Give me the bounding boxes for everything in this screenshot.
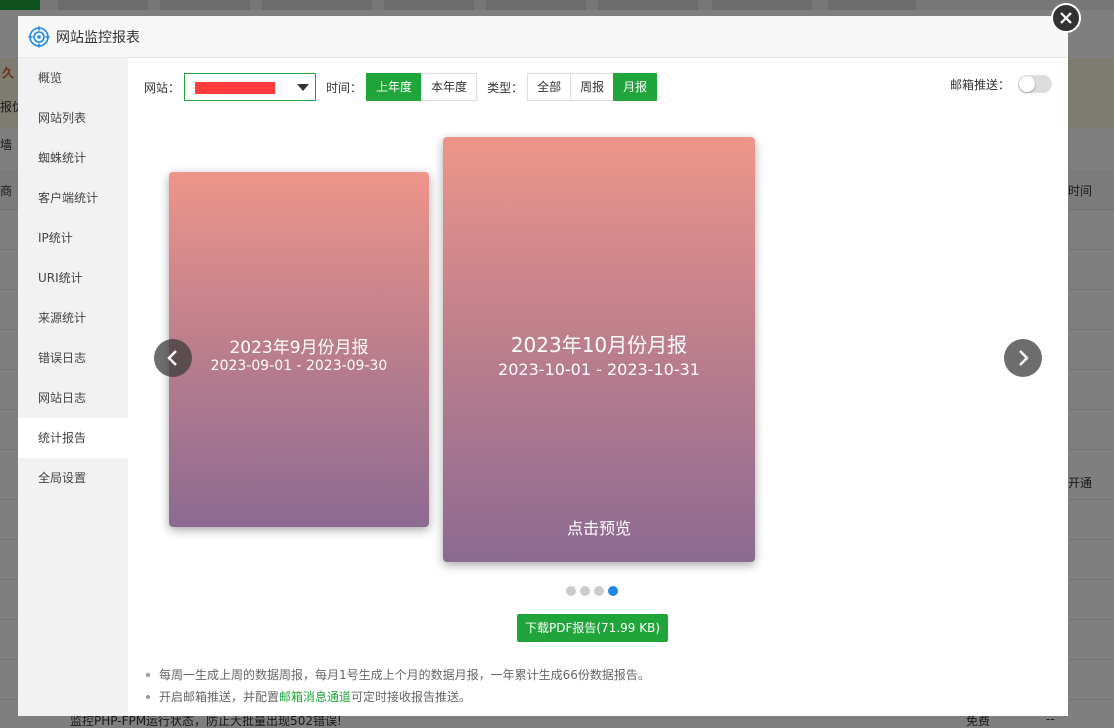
sidebar-item-ip-stats[interactable]: IP统计 (18, 218, 128, 258)
email-channel-link[interactable]: 邮箱消息通道 (279, 690, 351, 704)
type-option-all[interactable]: 全部 (527, 73, 572, 101)
sidebar: 概览 网站列表 蜘蛛统计 客户端统计 IP统计 URI统计 来源统计 错误日志 … (18, 58, 128, 716)
close-icon (1060, 12, 1072, 24)
report-modal: 网站监控报表 概览 网站列表 蜘蛛统计 客户端统计 IP统计 URI统计 来源统… (18, 16, 1068, 716)
sidebar-item-stats-report[interactable]: 统计报告 (18, 418, 128, 458)
chevron-left-icon (167, 350, 177, 366)
email-push-label: 邮箱推送： (949, 77, 1010, 92)
carousel-dot[interactable] (594, 586, 604, 596)
modal-title: 网站监控报表 (56, 29, 140, 46)
preview-link[interactable]: 点击预览 (443, 515, 755, 539)
type-label: 类型： (487, 80, 524, 95)
time-option-this-year[interactable]: 本年度 (421, 73, 478, 101)
tip-text: 开启邮箱推送，并配置 (159, 690, 280, 704)
crosshair-globe-icon (28, 26, 50, 47)
redacted-site-name (195, 82, 276, 94)
time-label: 时间： (326, 80, 363, 95)
time-segment: 上年度 本年度 (366, 73, 478, 101)
sidebar-item-uri-stats[interactable]: URI统计 (18, 258, 128, 298)
sidebar-item-global-settings[interactable]: 全局设置 (18, 458, 128, 498)
modal-header: 网站监控报表 (18, 16, 1068, 58)
carousel-next-button[interactable] (1004, 339, 1042, 377)
sidebar-item-overview[interactable]: 概览 (18, 58, 128, 98)
carousel-dot[interactable] (580, 586, 590, 596)
toggle-knob (1019, 76, 1035, 92)
tip-report-schedule: 每周一生成上周的数据周报，每月1号生成上个月的数据月报，一年累计生成66份数据报… (144, 664, 650, 686)
carousel-prev-button[interactable] (154, 339, 192, 377)
caret-down-icon (297, 84, 310, 91)
sidebar-item-site-list[interactable]: 网站列表 (18, 98, 128, 138)
carousel-dot[interactable] (566, 586, 576, 596)
filter-toolbar: 网站： 时间： 上年度 本年度 类型： 全部 周报 月报 (144, 73, 667, 101)
carousel-dot-active[interactable] (608, 586, 618, 596)
chevron-right-icon (1019, 350, 1029, 366)
report-card-range: 2023-10-01 - 2023-10-31 (498, 360, 700, 379)
report-content: 网站： 时间： 上年度 本年度 类型： 全部 周报 月报 邮箱推送： 2023年… (128, 58, 1068, 716)
report-card-title: 2023年10月份月报 (510, 333, 688, 357)
time-option-last-year[interactable]: 上年度 (366, 73, 423, 101)
site-select[interactable] (184, 73, 317, 101)
type-segment: 全部 周报 月报 (527, 73, 658, 101)
type-option-monthly[interactable]: 月报 (613, 73, 658, 101)
site-label: 网站： (144, 80, 181, 95)
report-card-title: 2023年9月份月报 (229, 338, 369, 358)
sidebar-item-error-log[interactable]: 错误日志 (18, 338, 128, 378)
sidebar-item-spider-stats[interactable]: 蜘蛛统计 (18, 138, 128, 178)
carousel-dots (566, 586, 622, 596)
close-modal-button[interactable] (1051, 3, 1081, 33)
report-card-range: 2023-09-01 - 2023-09-30 (210, 358, 388, 374)
sidebar-item-source-stats[interactable]: 来源统计 (18, 298, 128, 338)
tip-email-push: 开启邮箱推送，并配置邮箱消息通道可定时接收报告推送。 (144, 686, 650, 708)
sidebar-item-site-log[interactable]: 网站日志 (18, 378, 128, 418)
download-pdf-button[interactable]: 下载PDF报告(71.99 KB) (517, 614, 668, 642)
report-card-prev[interactable]: 2023年9月份月报 2023-09-01 - 2023-09-30 (169, 172, 429, 527)
email-push: 邮箱推送： (950, 75, 1052, 93)
type-option-weekly[interactable]: 周报 (570, 73, 615, 101)
tips: 每周一生成上周的数据周报，每月1号生成上个月的数据月报，一年累计生成66份数据报… (144, 664, 650, 708)
sidebar-item-client-stats[interactable]: 客户端统计 (18, 178, 128, 218)
email-push-toggle[interactable] (1018, 75, 1052, 93)
tip-text: 可定时接收报告推送。 (351, 690, 472, 704)
report-card-current[interactable]: 2023年10月份月报 2023-10-01 - 2023-10-31 点击预览 (443, 137, 755, 562)
